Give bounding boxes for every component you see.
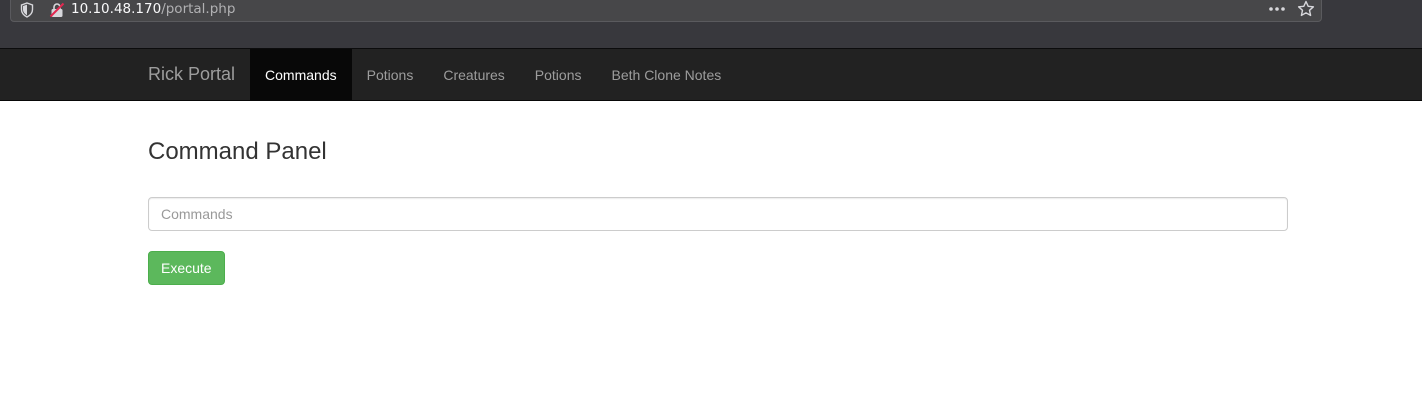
nav-item-potions[interactable]: Potions: [352, 49, 429, 100]
insecure-lock-icon[interactable]: [49, 2, 65, 18]
navbar-container: Rick Portal Commands Potions Creatures P…: [133, 49, 736, 100]
url-path: /portal.php: [161, 1, 236, 17]
url-text[interactable]: 10.10.48.170/portal.php: [71, 1, 235, 17]
nav-item-commands[interactable]: Commands: [250, 49, 352, 100]
url-host: 10.10.48.170: [71, 1, 162, 17]
star-icon[interactable]: [1297, 0, 1315, 18]
browser-toolbar: 10.10.48.170/portal.php: [0, 0, 1422, 48]
nav-list: Commands Potions Creatures Potions Beth …: [250, 49, 736, 100]
page-title: Command Panel: [148, 138, 327, 165]
nav-item-creatures[interactable]: Creatures: [428, 49, 519, 100]
address-bar[interactable]: 10.10.48.170/portal.php: [10, 0, 1322, 22]
nav-item-potions-2[interactable]: Potions: [520, 49, 597, 100]
shield-icon[interactable]: [20, 2, 34, 18]
more-horizontal-icon[interactable]: [1267, 1, 1287, 17]
main-content: Command Panel Execute: [148, 101, 1288, 285]
nav-item-beth-clone-notes[interactable]: Beth Clone Notes: [597, 49, 737, 100]
navbar-brand[interactable]: Rick Portal: [133, 49, 250, 100]
site-navbar: Rick Portal Commands Potions Creatures P…: [0, 49, 1422, 101]
execute-button[interactable]: Execute: [148, 251, 225, 285]
command-input[interactable]: [148, 197, 1288, 231]
